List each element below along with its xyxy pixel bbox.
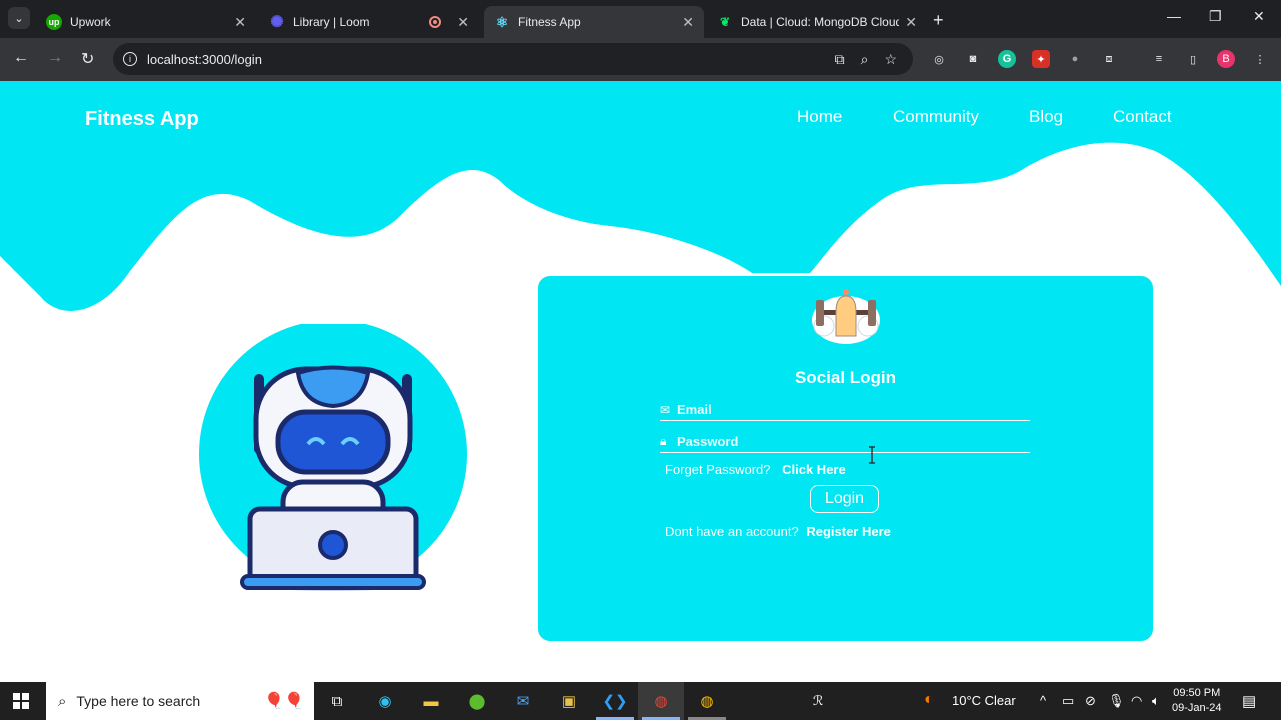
bookmark-star-icon[interactable]: ☆ [884,51,897,68]
battery-icon[interactable]: ▭ [1062,693,1074,709]
mail-icon[interactable]: ✉ [511,690,535,712]
upwork-icon: up [46,14,62,30]
close-window-icon[interactable]: ✕ [1253,8,1265,25]
tab-mongodb[interactable]: ❦ Data | Cloud: MongoDB Cloud ✕ [707,6,927,38]
envelope-icon: ✉ [660,402,671,417]
nav-community[interactable]: Community [893,107,979,127]
email-field[interactable]: ✉ [660,399,1030,421]
site-info-icon[interactable]: i [123,52,137,66]
taskbar-clock[interactable]: 09:50 PM 09-Jan-24 [1172,686,1222,716]
speaker-icon[interactable]: 🔈︎ [1152,693,1160,709]
chevron-up-icon[interactable]: ^ [1040,693,1046,708]
close-icon[interactable]: ✕ [457,14,469,31]
microsoft-store-icon[interactable]: ▣ [557,690,581,712]
password-field[interactable]: 🔒︎ [660,431,1030,453]
taskbar-search-box[interactable]: ⌕ Type here to search 🎈🎈 [46,682,314,720]
file-explorer-icon[interactable]: ▬ [419,690,443,712]
people-icon[interactable]: ℛ [806,690,830,712]
nav-contact[interactable]: Contact [1113,107,1172,127]
new-tab-icon[interactable]: + [933,10,944,31]
extension-gray-icon[interactable]: ● [1066,50,1084,68]
menu-kebab-icon[interactable]: ⋮ [1251,50,1269,68]
tab-title: Upwork [70,15,111,29]
microphone-icon[interactable]: 🎙︎ [1108,693,1125,709]
profile-avatar[interactable]: B [1217,50,1235,68]
lock-icon: 🔒︎ [660,434,667,448]
nav-blog[interactable]: Blog [1029,107,1063,127]
login-card: Social Login ✉ 🔒︎ Forget Password? Click… [538,276,1153,641]
tab-fitness-app[interactable]: ⚛ Fitness App ✕ [484,6,704,38]
react-icon: ⚛ [495,13,509,30]
fitness-dumbbell-logo [812,289,880,344]
brand-logo-text[interactable]: Fitness App [85,108,199,131]
side-panel-icon[interactable]: ▯ [1184,50,1202,68]
weather-text[interactable]: 10°C Clear [952,693,1016,708]
extension-sync-icon[interactable]: ◎ [930,50,948,68]
nav-home[interactable]: Home [797,107,842,127]
reload-icon[interactable]: ↻ [81,49,94,69]
clock-time: 09:50 PM [1173,687,1221,699]
tab-search-dropdown-icon[interactable]: ⌄ [8,7,30,29]
text-cursor-icon [869,446,875,464]
login-title: Social Login [794,368,897,387]
url-text[interactable]: localhost:3000/login [147,52,835,67]
zoom-icon[interactable]: ⌕ [861,51,869,68]
restore-icon[interactable]: ❐ [1209,8,1222,25]
robot-laptop-illustration [199,324,467,591]
clock-date: 09-Jan-24 [1172,702,1222,714]
task-view-icon[interactable]: ⧉ [325,690,349,712]
tab-title: Data | Cloud: MongoDB Cloud [741,15,900,29]
extension-red-icon[interactable]: ✦ [1032,50,1050,68]
close-icon[interactable]: ✕ [682,14,694,31]
tab-upwork[interactable]: up Upwork ✕ [36,6,256,38]
address-bar[interactable]: i localhost:3000/login ⧉ ⌕ ☆ [113,43,913,75]
browser-toolbar: ← → ↻ i localhost:3000/login ⧉ ⌕ ☆ ◎ ◙ G… [0,38,1281,81]
edge-icon[interactable]: ◉ [373,690,397,712]
search-icon: ⌕ [58,692,67,710]
forgot-password-link[interactable]: Click Here [782,462,846,477]
reading-list-icon[interactable]: ≡ [1150,50,1168,68]
forward-icon[interactable]: → [47,49,63,67]
windows-start-icon[interactable] [13,693,29,709]
login-button[interactable]: Login [810,485,879,513]
close-icon[interactable]: ✕ [905,14,917,31]
register-prompt-text: Dont have an account? [665,524,799,539]
windows-taskbar: ⌕ Type here to search 🎈🎈 ⧉ ◉ ▬ ⬤ ✉ ▣ ❮❯ … [0,682,1281,720]
password-input[interactable] [677,434,1007,449]
search-balloons-decoration-icon: 🎈🎈 [264,693,304,710]
close-icon[interactable]: ✕ [234,14,246,31]
loom-icon: ✺ [270,14,284,31]
register-link[interactable]: Register Here [806,524,891,539]
email-input[interactable] [677,402,1007,417]
minimize-icon[interactable]: — [1167,8,1181,24]
forgot-password-text: Forget Password? [665,462,771,477]
register-row: Dont have an account? Register Here [665,524,891,539]
mongodb-leaf-icon: ❦ [719,15,731,29]
back-icon[interactable]: ← [13,49,29,67]
notification-icon[interactable]: ▤ [1242,692,1256,710]
wifi-icon[interactable]: ◠ [1131,693,1142,709]
weather-sun-icon[interactable]: ◐ [924,691,934,709]
tab-title: Library | Loom [293,15,370,29]
tab-loom[interactable]: ✺ Library | Loom ✕ [259,6,479,38]
page-content: Fitness App Home Community Blog Contact [0,81,1281,682]
vscode-icon[interactable]: ❮❯ [602,690,627,712]
recording-icon [429,16,442,28]
search-placeholder: Type here to search [76,693,201,709]
camera-extension-icon[interactable]: ◙ [964,50,982,68]
extensions-puzzle-icon[interactable]: ⧈ [1100,50,1118,68]
grammarly-icon[interactable]: G [998,50,1016,68]
location-off-icon[interactable]: ⊘ [1085,693,1096,709]
chrome-icon[interactable]: ◍ [695,690,719,712]
browser-tab-bar: ⌄ up Upwork ✕ ✺ Library | Loom ✕ ⚛ Fitne… [0,0,1281,38]
tab-title: Fitness App [518,15,581,29]
utorrent-icon[interactable]: ⬤ [465,690,489,712]
install-app-icon[interactable]: ⧉ [835,51,845,68]
chrome-profile-icon[interactable]: ◍ [649,690,673,712]
forgot-password-row: Forget Password? Click Here [665,462,846,477]
